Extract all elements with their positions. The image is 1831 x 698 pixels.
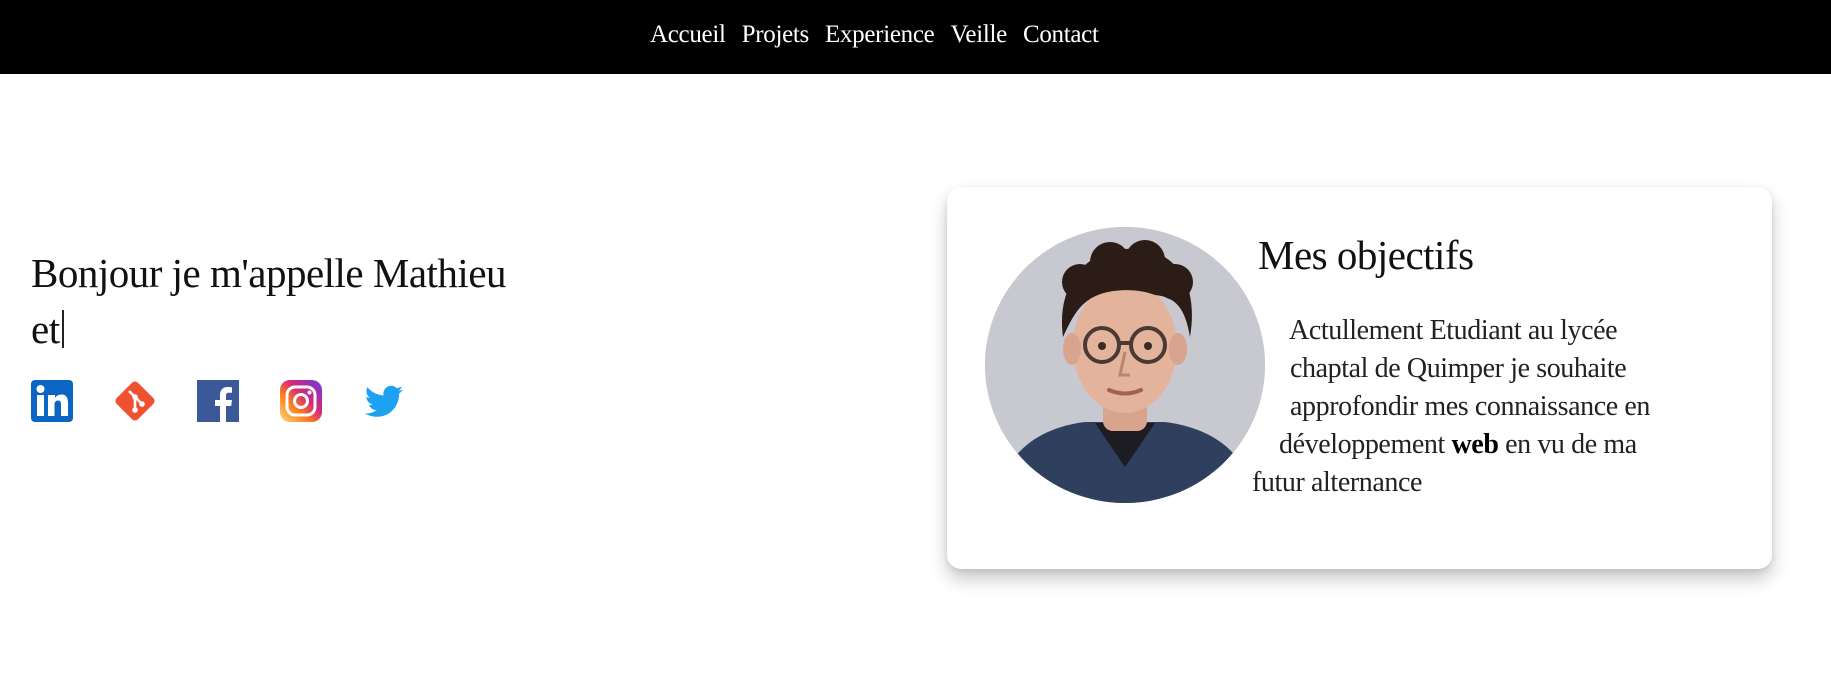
objectives-text: Actullement Etudiant au lycée chaptal de…	[1252, 312, 1682, 502]
nav-item-accueil: Accueil	[650, 18, 726, 52]
nav-item-veille: Veille	[950, 18, 1007, 52]
git-icon	[115, 381, 155, 421]
nav-link-accueil[interactable]: Accueil	[650, 21, 726, 48]
nav-item-projets: Projets	[742, 18, 810, 52]
twitter-icon	[364, 385, 403, 417]
objectives-line: chaptal de Quimper je souhaite	[1290, 353, 1627, 384]
nav-link-projets[interactable]: Projets	[742, 21, 810, 48]
top-navbar: Accueil Projets Experience Veille Contac…	[0, 0, 1831, 74]
linkedin-link[interactable]	[31, 380, 73, 422]
twitter-link[interactable]	[363, 380, 405, 422]
nav-link-experience[interactable]: Experience	[825, 21, 935, 48]
objectives-line: approfondir mes connaissance en	[1290, 391, 1651, 422]
hero-title-line2: et	[31, 301, 506, 357]
nav-item-contact: Contact	[1023, 18, 1099, 52]
nav-item-experience: Experience	[825, 18, 935, 52]
objectives-line: Actullement Etudiant au lycée	[1289, 315, 1618, 346]
objectives-card: Mes objectifs Actullement Etudiant au ly…	[947, 187, 1772, 569]
facebook-link[interactable]	[197, 380, 239, 422]
hero-title-line1: Bonjour je m'appelle Mathieu	[31, 250, 507, 296]
objectives-line: développement web en vu de ma	[1252, 426, 1682, 464]
git-link[interactable]	[114, 380, 156, 422]
typed-text: et	[31, 306, 60, 352]
objectives-title: Mes objectifs	[1258, 232, 1474, 278]
instagram-icon	[280, 380, 322, 422]
nav-link-veille[interactable]: Veille	[950, 21, 1007, 48]
objectives-line: futur alternance	[1252, 467, 1423, 498]
nav-menu: Accueil Projets Experience Veille Contac…	[650, 18, 1099, 52]
nav-link-contact[interactable]: Contact	[1023, 21, 1099, 48]
profile-photo	[985, 227, 1265, 503]
avatar	[985, 227, 1265, 503]
typing-cursor	[61, 310, 64, 348]
facebook-icon	[197, 380, 239, 422]
social-links	[31, 380, 405, 422]
objectives-word: en vu de ma	[1505, 429, 1637, 460]
objectives-highlight: web	[1451, 429, 1499, 460]
objectives-word: développement	[1279, 429, 1445, 460]
instagram-link[interactable]	[280, 380, 322, 422]
hero-title: Bonjour je m'appelle Mathieu et	[31, 245, 507, 357]
linkedin-icon	[31, 380, 73, 422]
